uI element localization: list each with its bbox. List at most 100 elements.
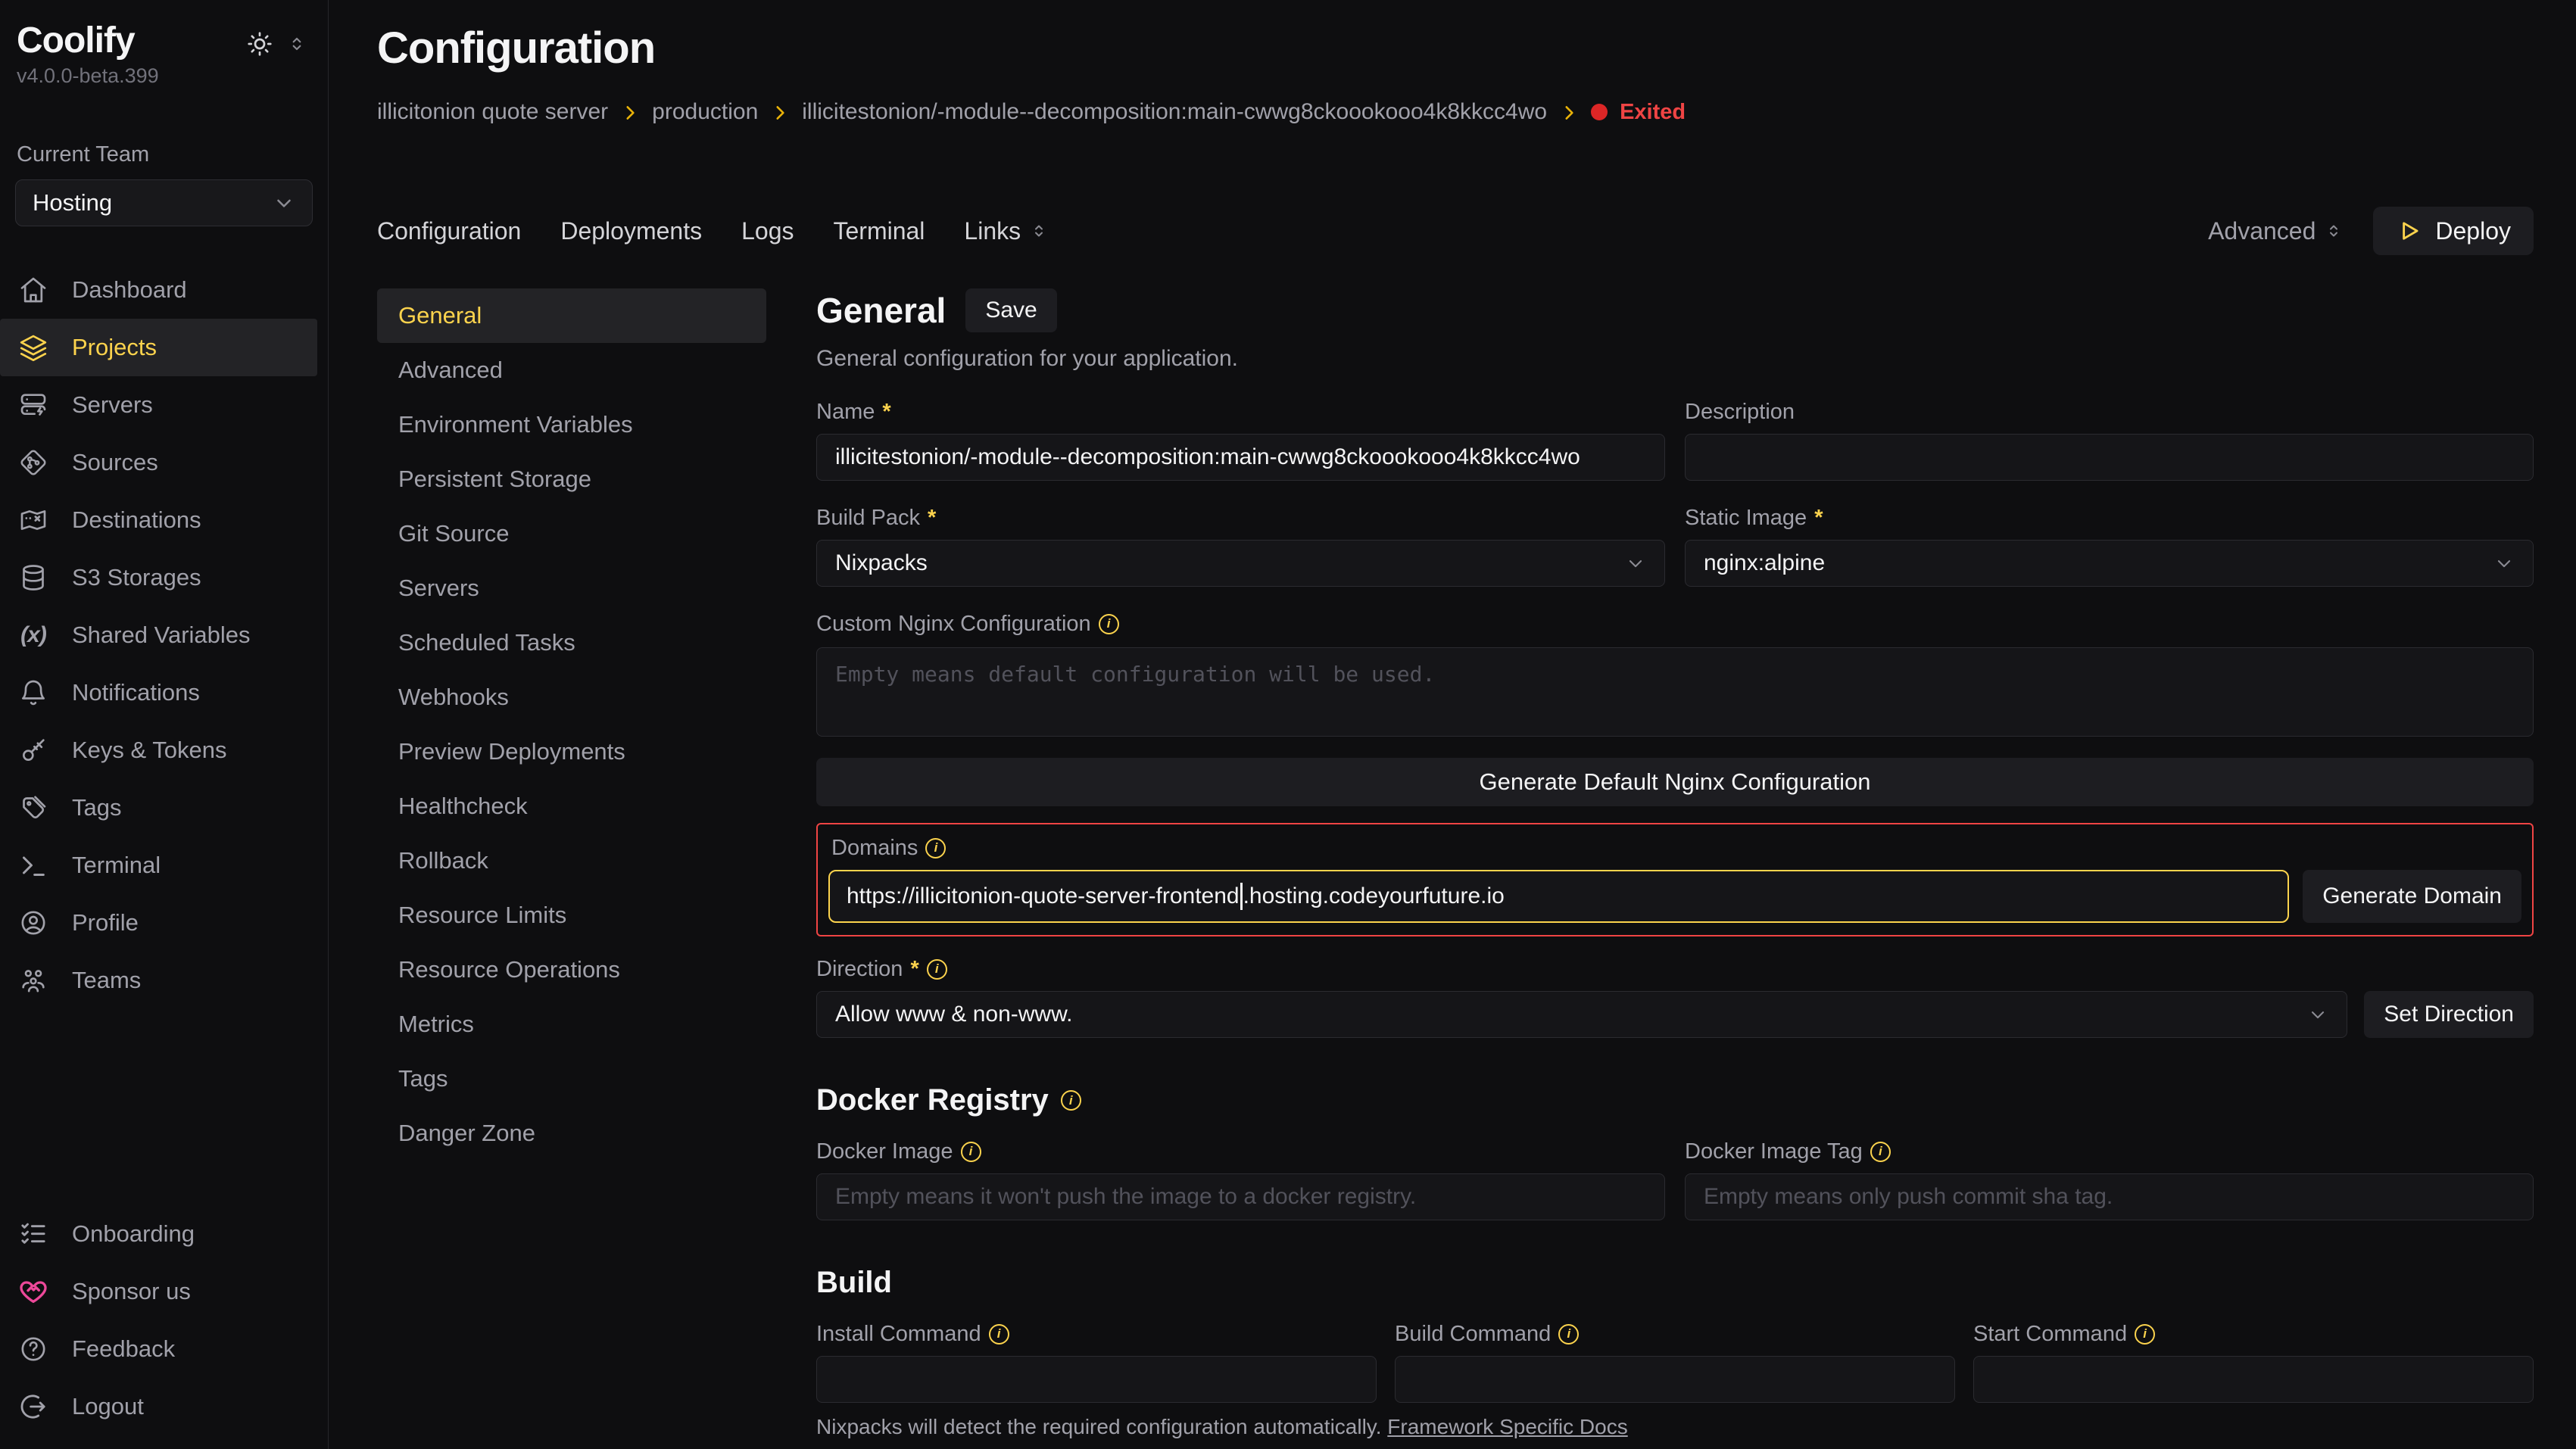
- current-team-label: Current Team: [0, 142, 328, 167]
- start-command-input[interactable]: [1973, 1356, 2534, 1403]
- custom-nginx-textarea[interactable]: [816, 647, 2534, 737]
- theme-selector-chevrons-icon[interactable]: [287, 34, 307, 54]
- sidebar-item-sponsor-us[interactable]: Sponsor us: [0, 1263, 317, 1320]
- sidebar-item-dashboard[interactable]: Dashboard: [0, 261, 317, 319]
- config-menu-environment-variables[interactable]: Environment Variables: [377, 397, 766, 452]
- config-menu-metrics[interactable]: Metrics: [377, 997, 766, 1052]
- info-icon[interactable]: i: [927, 959, 947, 980]
- config-menu: General Advanced Environment Variables P…: [377, 288, 766, 1449]
- config-menu-persistent-storage[interactable]: Persistent Storage: [377, 452, 766, 506]
- build-command-label: Build Command i: [1395, 1320, 1955, 1348]
- sidebar-item-label: Destinations: [72, 506, 201, 534]
- teams-icon: [17, 965, 49, 996]
- domains-input[interactable]: https://illicitonion-quote-server-fronte…: [828, 870, 2289, 923]
- name-label: Name*: [816, 397, 1665, 426]
- sidebar-item-tags[interactable]: Tags: [0, 779, 317, 837]
- docker-image-tag-input[interactable]: [1685, 1173, 2534, 1220]
- sidebar-item-keys-tokens[interactable]: Keys & Tokens: [0, 721, 317, 779]
- sidebar-item-destinations[interactable]: Destinations: [0, 491, 317, 549]
- config-menu-scheduled-tasks[interactable]: Scheduled Tasks: [377, 615, 766, 670]
- sidebar-item-feedback[interactable]: Feedback: [0, 1320, 317, 1378]
- info-icon[interactable]: i: [1558, 1324, 1579, 1345]
- domains-highlight-box: Domains i https://illicitonion-quote-ser…: [816, 823, 2534, 936]
- sidebar-item-notifications[interactable]: Notifications: [0, 664, 317, 721]
- sidebar-item-profile[interactable]: Profile: [0, 894, 317, 952]
- sidebar-item-onboarding[interactable]: Onboarding: [0, 1205, 317, 1263]
- info-icon[interactable]: i: [961, 1142, 981, 1162]
- sidebar-item-shared-variables[interactable]: (x) Shared Variables: [0, 606, 317, 664]
- tab-terminal[interactable]: Terminal: [833, 217, 925, 245]
- generate-nginx-button[interactable]: Generate Default Nginx Configuration: [816, 758, 2534, 806]
- install-command-input[interactable]: [816, 1356, 1377, 1403]
- tabs-bar: Configuration Deployments Logs Terminal …: [377, 207, 2534, 255]
- info-icon[interactable]: i: [1061, 1090, 1081, 1111]
- direction-select[interactable]: Allow www & non-www.: [816, 991, 2347, 1038]
- tab-configuration[interactable]: Configuration: [377, 217, 521, 245]
- sidebar-item-s3-storages[interactable]: S3 Storages: [0, 549, 317, 606]
- sidebar-item-label: Logout: [72, 1393, 144, 1420]
- info-icon[interactable]: i: [1099, 614, 1119, 634]
- sidebar-item-logout[interactable]: Logout: [0, 1378, 317, 1435]
- chevron-down-icon: [1625, 553, 1646, 574]
- tab-logs[interactable]: Logs: [741, 217, 794, 245]
- sidebar-item-label: Profile: [72, 909, 139, 936]
- sidebar-item-servers[interactable]: Servers: [0, 376, 317, 434]
- build-command-input[interactable]: [1395, 1356, 1955, 1403]
- static-image-select[interactable]: nginx:alpine: [1685, 540, 2534, 587]
- section-title-general: General: [816, 290, 946, 331]
- breadcrumb-project[interactable]: illicitonion quote server: [377, 99, 608, 125]
- config-menu-healthcheck[interactable]: Healthcheck: [377, 779, 766, 834]
- theme-sun-icon[interactable]: [246, 30, 273, 58]
- info-icon[interactable]: i: [1870, 1142, 1891, 1162]
- sidebar-item-label: Sources: [72, 449, 158, 476]
- config-menu-danger-zone[interactable]: Danger Zone: [377, 1106, 766, 1161]
- help-circle-icon: [17, 1334, 49, 1364]
- sidebar-item-label: Dashboard: [72, 276, 187, 304]
- static-image-label: Static Image*: [1685, 503, 2534, 532]
- heart-handshake-icon: [17, 1276, 49, 1307]
- server-icon: [17, 390, 49, 420]
- sidebar-item-projects[interactable]: Projects: [0, 319, 317, 376]
- sidebar-item-sources[interactable]: Sources: [0, 434, 317, 491]
- info-icon[interactable]: i: [989, 1324, 1009, 1345]
- save-button[interactable]: Save: [965, 288, 1056, 332]
- docker-image-input[interactable]: [816, 1173, 1665, 1220]
- map-icon: [17, 505, 49, 535]
- sidebar-item-terminal[interactable]: Terminal: [0, 837, 317, 894]
- deploy-button[interactable]: Deploy: [2373, 207, 2534, 255]
- config-menu-tags[interactable]: Tags: [377, 1052, 766, 1106]
- sidebar-item-label: Feedback: [72, 1335, 175, 1363]
- terminal-icon: [17, 850, 49, 880]
- config-menu-resource-operations[interactable]: Resource Operations: [377, 943, 766, 997]
- name-input[interactable]: [816, 434, 1665, 481]
- config-menu-advanced[interactable]: Advanced: [377, 343, 766, 397]
- generate-domain-button[interactable]: Generate Domain: [2303, 870, 2521, 923]
- chevron-down-icon: [2493, 553, 2515, 574]
- set-direction-button[interactable]: Set Direction: [2364, 991, 2534, 1038]
- config-menu-servers[interactable]: Servers: [377, 561, 766, 615]
- config-menu-git-source[interactable]: Git Source: [377, 506, 766, 561]
- description-input[interactable]: [1685, 434, 2534, 481]
- advanced-dropdown[interactable]: Advanced: [2208, 217, 2343, 245]
- breadcrumb-application[interactable]: illicitestonion/-module--decomposition:m…: [802, 99, 1547, 125]
- config-menu-preview-deployments[interactable]: Preview Deployments: [377, 724, 766, 779]
- sidebar-item-label: Notifications: [72, 679, 200, 706]
- info-icon[interactable]: i: [925, 838, 946, 858]
- framework-docs-link[interactable]: Framework Specific Docs: [1387, 1415, 1627, 1438]
- sidebar-item-teams[interactable]: Teams: [0, 952, 317, 1009]
- build-pack-select[interactable]: Nixpacks: [816, 540, 1665, 587]
- team-select[interactable]: Hosting: [15, 179, 313, 226]
- tab-deployments[interactable]: Deployments: [560, 217, 702, 245]
- breadcrumb-environment[interactable]: production: [652, 99, 758, 125]
- config-menu-resource-limits[interactable]: Resource Limits: [377, 888, 766, 943]
- sidebar-item-label: Keys & Tokens: [72, 737, 226, 764]
- install-command-label: Install Command i: [816, 1320, 1377, 1348]
- config-menu-webhooks[interactable]: Webhooks: [377, 670, 766, 724]
- config-menu-rollback[interactable]: Rollback: [377, 834, 766, 888]
- docker-image-tag-label: Docker Image Tag i: [1685, 1137, 2534, 1166]
- app-version: v4.0.0-beta.399: [0, 64, 328, 88]
- config-menu-general[interactable]: General: [377, 288, 766, 343]
- tab-links[interactable]: Links: [964, 217, 1048, 245]
- docker-registry-heading: Docker Registry i: [816, 1083, 2534, 1117]
- info-icon[interactable]: i: [2135, 1324, 2155, 1345]
